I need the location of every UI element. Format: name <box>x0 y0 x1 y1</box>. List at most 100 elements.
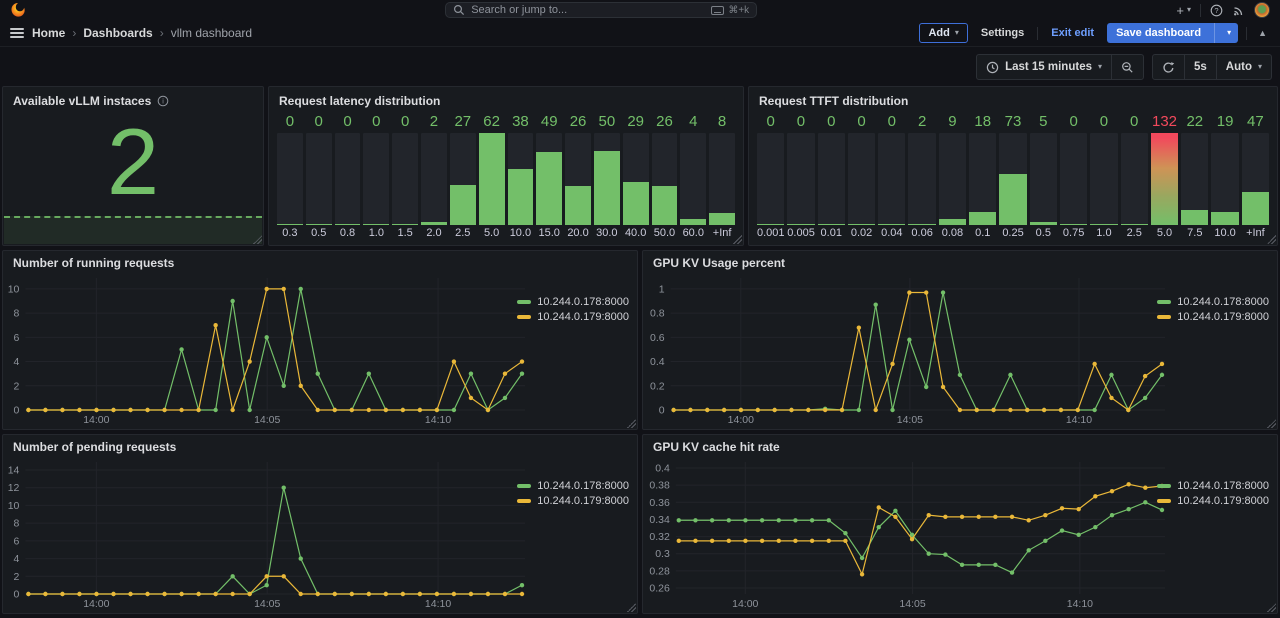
bar-gauge-column[interactable]: 5030.0 <box>594 111 620 241</box>
bar-gauge-column[interactable]: 625.0 <box>479 111 505 241</box>
chevron-down-icon: ▾ <box>1098 63 1102 71</box>
panel-resize-handle[interactable] <box>627 419 636 428</box>
bar-fill <box>594 151 620 225</box>
bar-gauge-column[interactable]: 8+Inf <box>709 111 735 241</box>
legend-item[interactable]: 10.244.0.178:8000 <box>1157 296 1269 308</box>
bar-gauge-column[interactable]: 2620.0 <box>565 111 591 241</box>
legend-series-name: 10.244.0.179:8000 <box>1177 495 1269 507</box>
panel-resize-handle[interactable] <box>733 235 742 244</box>
bar-gauge-column[interactable]: 90.08 <box>939 111 966 241</box>
timeseries-body[interactable]: 0246810121414:0014:0514:1010.244.0.178:8… <box>3 454 637 613</box>
grafana-logo-icon[interactable] <box>10 2 26 18</box>
exit-edit-button[interactable]: Exit edit <box>1046 23 1099 43</box>
news-button[interactable] <box>1232 4 1245 17</box>
panel-resize-handle[interactable] <box>1267 603 1276 612</box>
bar-gauge-column[interactable]: 20.06 <box>908 111 935 241</box>
bar-gauge-column[interactable]: 01.0 <box>363 111 389 241</box>
bar-gauge-column[interactable]: 00.04 <box>878 111 905 241</box>
bar-gauge-column[interactable]: 00.01 <box>818 111 845 241</box>
bar-gauge-column[interactable]: 00.02 <box>848 111 875 241</box>
bar-gauge-column[interactable]: 3810.0 <box>508 111 534 241</box>
bar-gauge-column[interactable]: 01.5 <box>392 111 418 241</box>
bar-gauge-column[interactable]: 00.8 <box>335 111 361 241</box>
timeseries-body[interactable]: 024681014:0014:0514:1010.244.0.178:80001… <box>3 270 637 429</box>
legend-item[interactable]: 10.244.0.178:8000 <box>517 480 629 492</box>
bar-fill <box>680 219 706 225</box>
search-input[interactable] <box>471 4 705 16</box>
bar-gauge-column[interactable]: 1910.0 <box>1211 111 1238 241</box>
panel-title[interactable]: GPU KV cache hit rate <box>653 440 780 454</box>
legend-item[interactable]: 10.244.0.179:8000 <box>517 311 629 323</box>
svg-text:0.26: 0.26 <box>649 583 670 595</box>
search-bar[interactable]: ⌘+k <box>445 2 757 18</box>
panel-resize-handle[interactable] <box>253 235 262 244</box>
bar-gauge-column[interactable]: 2940.0 <box>623 111 649 241</box>
bar-gauge-column[interactable]: 47+Inf <box>1242 111 1269 241</box>
bar-fill <box>818 224 845 225</box>
add-button[interactable]: Add▾ <box>919 23 967 43</box>
panel-title[interactable]: Available vLLM instaces <box>13 94 151 108</box>
bar-gauge-column[interactable]: 22.0 <box>421 111 447 241</box>
bar-gauge-column[interactable]: 00.3 <box>277 111 303 241</box>
panel-resize-handle[interactable] <box>1267 419 1276 428</box>
menu-toggle-icon[interactable] <box>10 28 24 38</box>
svg-text:2: 2 <box>14 380 20 392</box>
panel-title[interactable]: Request latency distribution <box>279 94 440 108</box>
bar-value-label: 27 <box>450 111 476 133</box>
breadcrumb-dashboards[interactable]: Dashboards <box>83 26 152 40</box>
bar-gauge-body[interactable]: 00.00100.00500.0100.0200.0420.0690.08180… <box>749 109 1277 245</box>
collapse-toolbar-button[interactable]: ▲ <box>1255 28 1270 38</box>
bar-x-label: 0.06 <box>908 225 935 241</box>
bar-gauge-column[interactable]: 50.5 <box>1030 111 1057 241</box>
bar-x-label: +Inf <box>1242 225 1269 241</box>
bar-x-label: 7.5 <box>1181 225 1208 241</box>
bar-gauge-body[interactable]: 00.300.500.801.001.522.0272.5625.03810.0… <box>269 109 743 245</box>
time-range-picker[interactable]: Last 15 minutes ▾ <box>977 55 1111 79</box>
help-button[interactable]: ? <box>1210 4 1223 17</box>
info-icon[interactable]: i <box>157 95 169 107</box>
bar-track <box>479 133 505 225</box>
bar-gauge-column[interactable]: 00.75 <box>1060 111 1087 241</box>
legend-item[interactable]: 10.244.0.178:8000 <box>517 296 629 308</box>
panel-title[interactable]: GPU KV Usage percent <box>653 256 785 270</box>
panel-title[interactable]: Request TTFT distribution <box>759 94 908 108</box>
bar-gauge-column[interactable]: 00.5 <box>306 111 332 241</box>
legend-item[interactable]: 10.244.0.179:8000 <box>1157 311 1269 323</box>
svg-text:2: 2 <box>14 571 20 583</box>
panel-title[interactable]: Number of running requests <box>13 256 174 270</box>
auto-refresh-picker[interactable]: Auto▾ <box>1216 55 1271 79</box>
breadcrumb-home[interactable]: Home <box>32 26 65 40</box>
bar-gauge-column[interactable]: 180.1 <box>969 111 996 241</box>
bar-x-label: 15.0 <box>536 225 562 241</box>
timeseries-body[interactable]: 0.260.280.30.320.340.360.380.414:0014:05… <box>643 454 1277 613</box>
bar-gauge-column[interactable]: 1325.0 <box>1151 111 1178 241</box>
timeseries-body[interactable]: 00.20.40.60.8114:0014:0514:1010.244.0.17… <box>643 270 1277 429</box>
zoom-out-button[interactable] <box>1111 55 1143 79</box>
bar-gauge-column[interactable]: 272.5 <box>450 111 476 241</box>
legend-item[interactable]: 10.244.0.179:8000 <box>1157 495 1269 507</box>
bar-gauge-column[interactable]: 00.001 <box>757 111 784 241</box>
settings-button[interactable]: Settings <box>976 23 1029 43</box>
add-new-button[interactable]: + ▾ <box>1176 3 1191 18</box>
bar-gauge-column[interactable]: 00.005 <box>787 111 814 241</box>
bar-gauge-column[interactable]: 730.25 <box>999 111 1026 241</box>
panel-resize-handle[interactable] <box>627 603 636 612</box>
bar-gauge-column[interactable]: 4915.0 <box>536 111 562 241</box>
stat-panel-body[interactable]: 2 <box>3 109 263 245</box>
bar-gauge-column[interactable]: 227.5 <box>1181 111 1208 241</box>
bar-gauge-column[interactable]: 460.0 <box>680 111 706 241</box>
bar-track <box>1030 133 1057 225</box>
refresh-button[interactable] <box>1153 55 1184 79</box>
svg-text:0: 0 <box>14 589 20 601</box>
legend-item[interactable]: 10.244.0.179:8000 <box>517 495 629 507</box>
user-avatar[interactable] <box>1254 2 1270 18</box>
save-dashboard-button[interactable]: Save dashboard▾ <box>1107 23 1238 43</box>
refresh-interval-label[interactable]: 5s <box>1184 55 1216 79</box>
legend-item[interactable]: 10.244.0.178:8000 <box>1157 480 1269 492</box>
bar-gauge-column[interactable]: 02.5 <box>1121 111 1148 241</box>
panel-resize-handle[interactable] <box>1267 235 1276 244</box>
panel-title[interactable]: Number of pending requests <box>13 440 176 454</box>
bar-gauge-column[interactable]: 01.0 <box>1090 111 1117 241</box>
bar-gauge-column[interactable]: 2650.0 <box>652 111 678 241</box>
bar-x-label: 0.001 <box>757 225 784 241</box>
